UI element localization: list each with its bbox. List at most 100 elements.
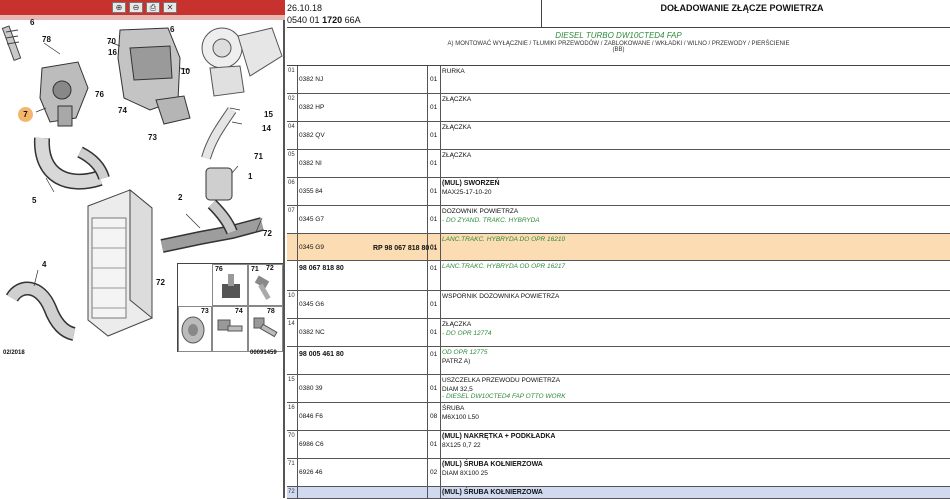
table-row[interactable]: 0345 G9 RP 98 067 818 80 01 01 LANC.TRAKC. H… (287, 234, 950, 261)
row-position: 10 (288, 293, 295, 299)
bracket-part[interactable] (117, 27, 191, 125)
intercooler-part[interactable] (87, 188, 153, 337)
row-quantity: 01 (430, 351, 438, 358)
row-sub-description: - DO ZYAND. TRAKC. HYBRYDA (442, 217, 540, 224)
row-description: OD OPR 12775 (442, 349, 488, 356)
zoom-in-icon[interactable]: ⊕ (112, 2, 126, 13)
callout-76[interactable]: 76 (95, 90, 104, 99)
table-row[interactable]: 07 0345 G7 01 DOZOWNIK POWIETRZA - DO ZYAND.… (287, 206, 950, 234)
parts-list-panel: 26.10.18 0540 01 1720 66A DOŁADOWANIE ZŁ… (287, 0, 950, 499)
engine-label: DIESEL TURBO DW10CTED4 FAP (555, 31, 682, 40)
row-quantity: 01 (430, 385, 438, 392)
row-description: ZŁĄCZKA (442, 321, 472, 328)
table-row[interactable]: 06 0355 84 01 (MUL) SWORZEŃ MAX25-17-10-20 (287, 178, 950, 206)
row-ref-code: 98 067 818 80 (299, 265, 344, 272)
callout-16[interactable]: 16 (108, 48, 117, 57)
pin-part[interactable] (1, 25, 22, 61)
table-row[interactable]: 70 6986 C6 01 (MUL) NAKRĘTKA + PODKŁADKA 8X1… (287, 431, 950, 459)
callout-14[interactable]: 14 (262, 124, 271, 133)
row-description: LANC.TRAKC. HYBRYDA DO OPR 16210 (442, 236, 566, 243)
row-position: 70 (288, 433, 295, 439)
page-title: DOŁADOWANIE ZŁĄCZE POWIETRZA (660, 3, 824, 13)
hose-4-part[interactable] (5, 281, 76, 341)
callout-2[interactable]: 2 (178, 193, 182, 202)
table-row[interactable]: 01 0382 NJ 01 RURKA (287, 66, 950, 94)
callout-4[interactable]: 4 (42, 260, 46, 269)
close-icon[interactable]: ✕ (163, 2, 177, 13)
callout-10[interactable]: 10 (181, 67, 190, 76)
callout-6b[interactable]: 6 (170, 25, 174, 34)
table-row[interactable]: 72 (MUL) ŚRUBA KOŁNIERZOWA (287, 487, 950, 499)
callout-72b[interactable]: 72 (156, 278, 165, 287)
row-sub-description-2: - DIESEL DW10CTED4 FAP OTTO WORK (442, 393, 566, 400)
row-position: 04 (288, 124, 295, 130)
row-ref-code-2: RP 98 067 818 80 (373, 245, 430, 252)
callout-1[interactable]: 1 (248, 172, 252, 181)
row-position: 06 (288, 180, 295, 186)
row-quantity: 01 (430, 76, 438, 83)
row-ref-code: 6986 C6 (299, 441, 324, 448)
callout-73[interactable]: 73 (148, 133, 157, 142)
table-row[interactable]: 02 0382 HP 01 ZŁĄCZKA (287, 94, 950, 122)
hose-5-part[interactable] (33, 137, 110, 190)
row-ref-code: 0345 G9 (299, 244, 324, 251)
table-row[interactable]: 98 005 461 80 01 OD OPR 12775 PATRZ A) (287, 347, 950, 375)
row-quantity: 01 (430, 132, 438, 139)
row-position: 72 (288, 489, 295, 495)
row-position: 01 (288, 68, 295, 74)
table-row[interactable]: 04 0382 QV 01 ZŁĄCZKA (287, 122, 950, 150)
callout-74[interactable]: 74 (118, 106, 127, 115)
row-ref-code: 98 005 461 80 (299, 351, 344, 358)
callout-70[interactable]: 70 (107, 37, 116, 46)
row-quantity: 01 (430, 216, 438, 223)
zoom-out-icon[interactable]: ⊖ (129, 2, 143, 13)
row-ref-code: 0382 QV (299, 132, 325, 139)
row-sub-description: DIAM 32,5 (442, 386, 473, 393)
row-description: (MUL) ŚRUBA KOŁNIERZOWA (442, 461, 543, 468)
header-ref-prefix: 0540 01 (287, 15, 320, 25)
table-row[interactable]: 16 0846 F6 08 ŚRUBA M6X100 L50 (287, 403, 950, 431)
callout-71[interactable]: 71 (254, 152, 263, 161)
row-quantity: 08 (430, 413, 438, 420)
callout-15[interactable]: 15 (264, 110, 273, 119)
hose-14-part[interactable] (201, 107, 237, 160)
row-ref-code: 0345 G6 (299, 301, 324, 308)
row-position: 15 (288, 377, 295, 383)
print-icon[interactable]: ⎙ (146, 2, 160, 13)
fastener-parts-grid: 76 71 72 73 74 78 (177, 263, 283, 352)
table-row[interactable]: 10 0345 G6 01 WSPORNIK DOZOWNIKA POWIETRZA (287, 291, 950, 319)
callout-72[interactable]: 72 (263, 229, 272, 238)
row-sub-description: MAX25-17-10-20 (442, 189, 492, 196)
turbocharger-part[interactable] (201, 27, 283, 97)
air-distributor-part[interactable] (39, 61, 89, 127)
table-row[interactable]: 98 067 818 80 01 LANC.TRAKC. HYBRYDA OD OP… (287, 261, 950, 291)
table-row[interactable]: 05 0382 NI 01 ZŁĄCZKA (287, 150, 950, 178)
diagram-id: 00091459 (250, 350, 277, 356)
row-ref-code: 0382 NI (299, 160, 322, 167)
row-quantity: 02 (430, 469, 438, 476)
callout-7-highlight[interactable]: 7 (18, 107, 33, 122)
pipe-2-part[interactable] (160, 199, 264, 253)
row-quantity: 01 (430, 244, 438, 251)
fitting-1-part[interactable] (205, 167, 233, 201)
header-date: 26.10.18 (287, 3, 323, 13)
row-position: 16 (288, 405, 295, 411)
row-description: USZCZELKA PRZEWODU POWIETRZA (442, 377, 561, 384)
table-row[interactable]: 15 0380 39 01 USZCZELKA PRZEWODU POWIETRZA D… (287, 375, 950, 403)
parts-header: 26.10.18 0540 01 1720 66A DOŁADOWANIE ZŁ… (287, 0, 950, 28)
diagram-date: 02/2018 (3, 350, 25, 356)
fastener-icons (181, 274, 278, 344)
row-description: ZŁĄCZKA (442, 124, 472, 131)
sub-header: DIESEL TURBO DW10CTED4 FAP A) MONTOWAĆ W… (287, 28, 950, 66)
callout-6[interactable]: 6 (30, 18, 34, 27)
assembly-note-2: (BB) (612, 47, 625, 53)
row-ref-code: 0355 84 (299, 188, 323, 195)
row-description: ZŁĄCZKA (442, 152, 472, 159)
row-position: 14 (288, 321, 295, 327)
row-ref-code: 0380 39 (299, 385, 323, 392)
diagram-toolbar: ⊕ ⊖ ⎙ ✕ (0, 0, 285, 15)
callout-78[interactable]: 78 (42, 35, 51, 44)
callout-5[interactable]: 5 (32, 196, 36, 205)
table-row[interactable]: 14 0382 NC 01 ZŁĄCZKA - DO OPR 12774 (287, 319, 950, 347)
table-row[interactable]: 71 6926 46 02 (MUL) ŚRUBA KOŁNIERZOWA DIAM 8… (287, 459, 950, 487)
